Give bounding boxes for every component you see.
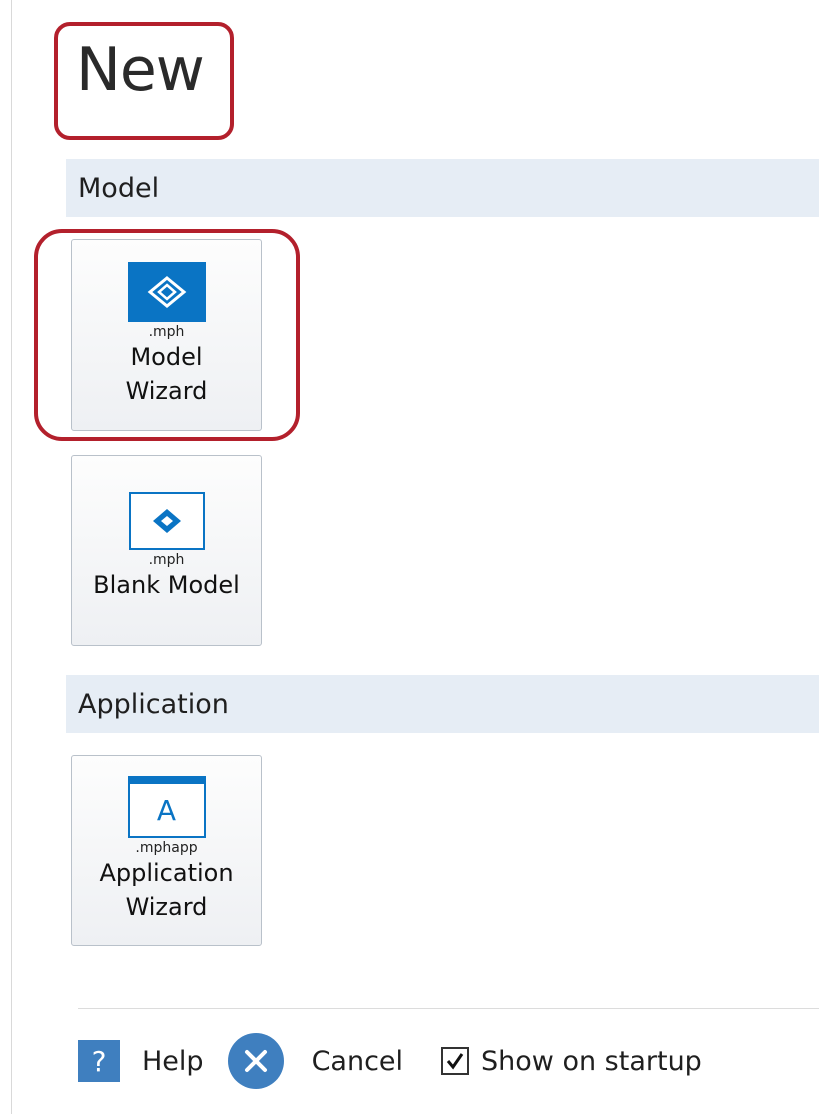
application-icon-letter: A (156, 793, 177, 827)
file-extension-label: .mphapp (135, 840, 198, 856)
left-divider (11, 0, 12, 1114)
help-icon: ? (78, 1040, 120, 1082)
blank-model-icon (128, 492, 205, 550)
page-title: New (76, 35, 205, 105)
checkmark-icon (446, 1053, 464, 1070)
cancel-label: Cancel (311, 1045, 404, 1077)
section-header-model: Model (66, 159, 819, 217)
tile-label-line1: Blank Model (93, 571, 240, 599)
show-on-startup-toggle[interactable]: Show on startup (403, 1046, 702, 1077)
file-extension-label: .mph (148, 552, 185, 568)
footer-divider (78, 1008, 819, 1009)
section-header-application: Application (66, 675, 819, 733)
application-wizard-button[interactable]: A .mphapp Application Wizard (71, 755, 262, 946)
application-wizard-icon: A (127, 776, 206, 838)
show-on-startup-checkbox[interactable] (441, 1047, 470, 1075)
close-icon (227, 1033, 284, 1089)
help-button[interactable]: ? Help (78, 1040, 204, 1082)
tile-label-line2: Wizard (125, 893, 208, 921)
cancel-button[interactable]: Cancel (204, 1033, 403, 1089)
new-dialog: New Model .mph Model Wizard .mph Blank M… (0, 0, 819, 1114)
model-wizard-highlight-annotation (34, 229, 300, 441)
tile-label-line1: Application (99, 859, 234, 887)
help-icon-glyph: ? (91, 1044, 107, 1078)
help-label: Help (142, 1045, 204, 1077)
show-on-startup-label: Show on startup (481, 1045, 702, 1077)
footer-bar: ? Help Cancel Show on startup (78, 1033, 702, 1089)
blank-model-button[interactable]: .mph Blank Model (71, 455, 262, 646)
